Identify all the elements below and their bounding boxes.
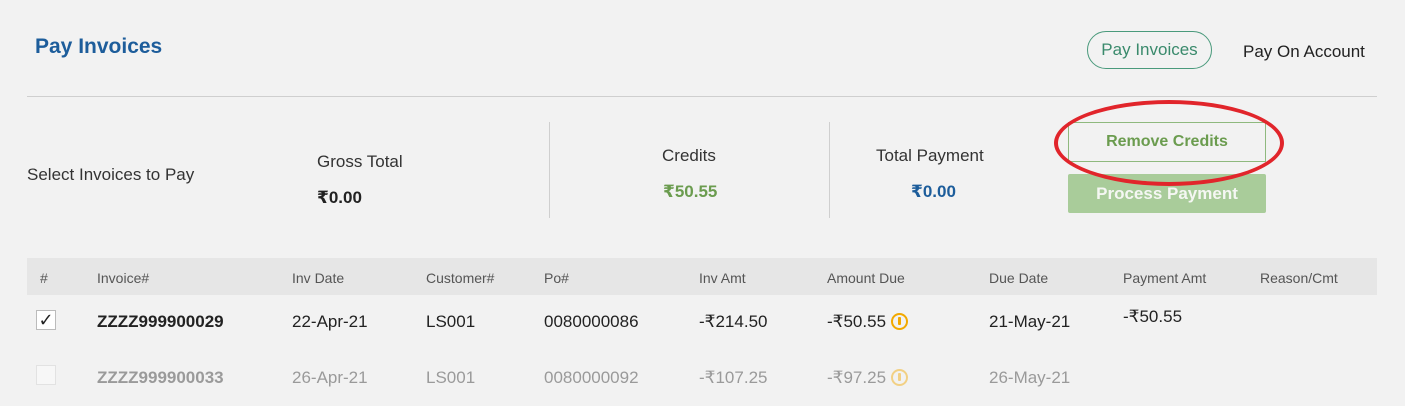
header-divider xyxy=(27,96,1377,97)
invoice-number[interactable]: ZZZZ999900033 xyxy=(97,368,224,388)
customer-number: LS001 xyxy=(426,312,476,331)
page-title: Pay Invoices xyxy=(35,35,163,58)
process-payment-button[interactable]: Process Payment xyxy=(1068,174,1266,213)
warning-circle-icon[interactable] xyxy=(891,369,908,386)
tab-pay-invoices[interactable]: Pay Invoices xyxy=(1087,31,1212,69)
due-date: 21-May-21 xyxy=(989,312,1071,331)
amount-due: -₹97.25 xyxy=(827,368,887,387)
remove-credits-button[interactable]: Remove Credits xyxy=(1068,122,1266,162)
summary-divider xyxy=(829,122,830,218)
invoice-number[interactable]: ZZZZ999900029 xyxy=(97,312,224,332)
row-checkbox[interactable]: ✓ xyxy=(36,310,56,330)
column-header-index: # xyxy=(40,270,48,286)
credits-value: ₹50.55 xyxy=(663,182,718,201)
credits-label: Credits xyxy=(662,146,716,165)
amount-due: -₹50.55 xyxy=(827,312,887,331)
total-payment-value: ₹0.00 xyxy=(911,182,956,201)
select-invoices-label: Select Invoices to Pay xyxy=(27,165,195,184)
column-header-reason[interactable]: Reason/Cmt xyxy=(1260,270,1338,286)
gross-total-value: ₹0.00 xyxy=(317,188,362,207)
column-header-amount-due[interactable]: Amount Due xyxy=(827,270,905,286)
row-checkbox[interactable] xyxy=(36,365,56,385)
column-header-customer[interactable]: Customer# xyxy=(426,270,494,286)
column-header-inv-date[interactable]: Inv Date xyxy=(292,270,344,286)
customer-number: LS001 xyxy=(426,368,476,387)
inv-amt: -₹107.25 xyxy=(699,368,768,387)
total-payment-label: Total Payment xyxy=(876,146,984,165)
tab-pay-on-account[interactable]: Pay On Account xyxy=(1243,42,1365,62)
warning-circle-icon[interactable] xyxy=(891,313,908,330)
column-header-inv-amt[interactable]: Inv Amt xyxy=(699,270,746,286)
po-number: 0080000092 xyxy=(544,368,639,387)
column-header-due-date[interactable]: Due Date xyxy=(989,270,1048,286)
inv-date: 26-Apr-21 xyxy=(292,368,368,387)
po-number: 0080000086 xyxy=(544,312,639,331)
column-header-po[interactable]: Po# xyxy=(544,270,569,286)
column-header-payment-amt[interactable]: Payment Amt xyxy=(1123,270,1206,286)
inv-amt: -₹214.50 xyxy=(699,312,768,331)
inv-date: 22-Apr-21 xyxy=(292,312,368,331)
column-header-invoice[interactable]: Invoice# xyxy=(97,270,149,286)
gross-total-label: Gross Total xyxy=(317,152,403,171)
payment-amt[interactable]: -₹50.55 xyxy=(1123,307,1182,327)
due-date: 26-May-21 xyxy=(989,368,1071,387)
summary-divider xyxy=(549,122,550,218)
